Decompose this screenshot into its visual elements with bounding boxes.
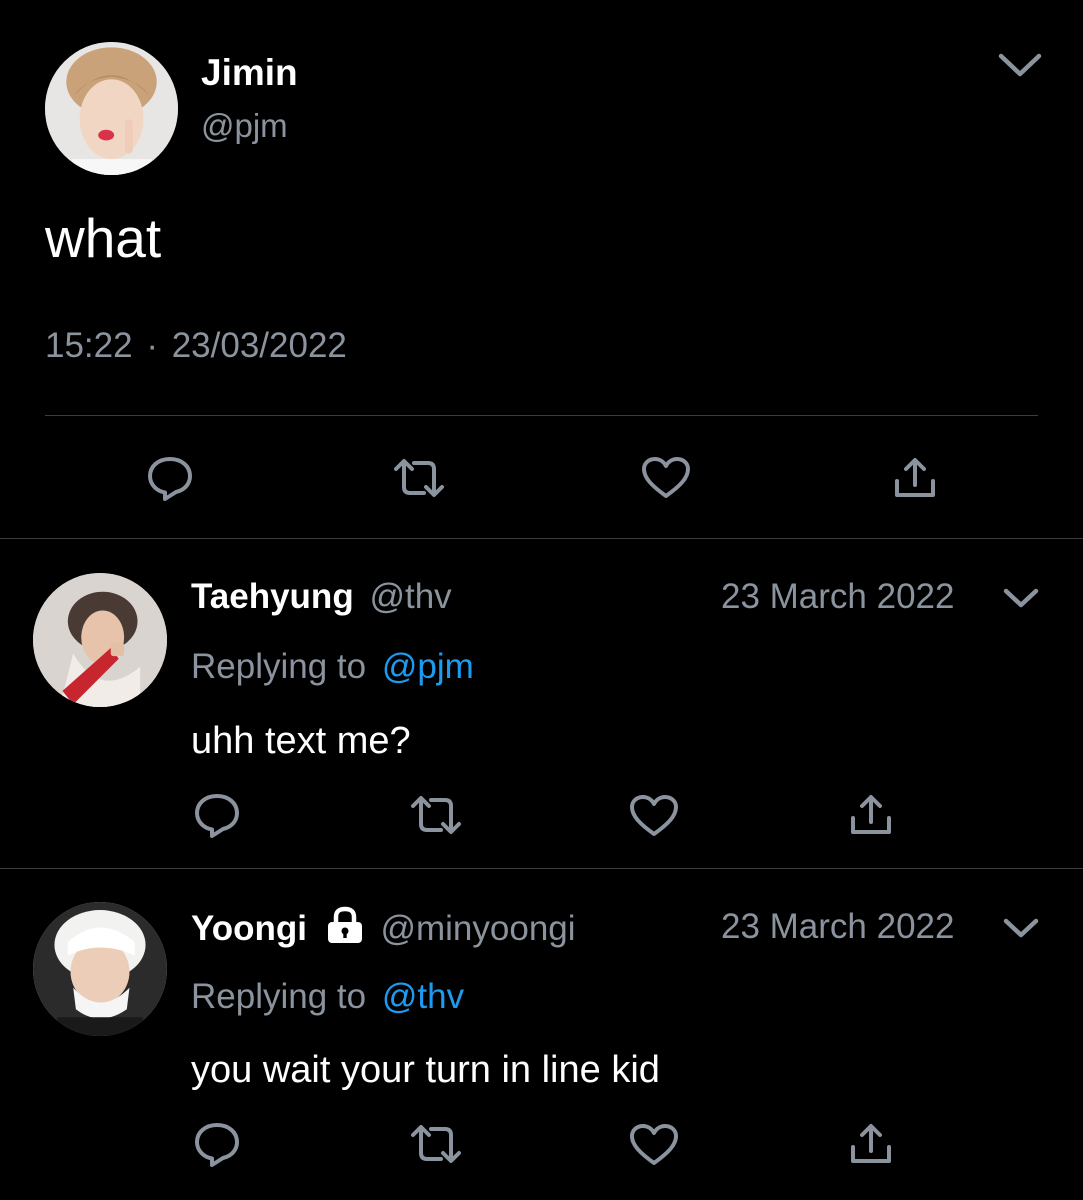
user-handle[interactable]: @pjm (201, 106, 288, 146)
reply-date[interactable]: 23 March 2022 (721, 576, 954, 618)
display-name[interactable]: Yoongi (191, 909, 307, 948)
avatar[interactable] (45, 42, 178, 175)
heart-icon[interactable] (641, 456, 691, 500)
divider (0, 868, 1083, 869)
chevron-down-icon[interactable] (997, 50, 1043, 80)
avatar-photo-taehyung (33, 573, 167, 707)
reply-header: Yoongi @minyoongi (191, 906, 576, 954)
display-name[interactable]: Taehyung (191, 577, 354, 616)
chevron-down-icon[interactable] (1002, 916, 1040, 940)
timestamp-separator: · (146, 326, 158, 365)
reply-icon[interactable] (193, 1121, 241, 1167)
chevron-down-icon[interactable] (1002, 586, 1040, 610)
replying-to-label: Replying to (191, 647, 367, 686)
tweet-timestamp: 15:22 · 23/03/2022 (45, 325, 347, 367)
replying-to-line: Replying to @thv (191, 976, 464, 1018)
share-icon[interactable] (849, 792, 893, 836)
retweet-icon[interactable] (410, 794, 462, 836)
tweet-time: 15:22 (45, 326, 133, 365)
user-handle[interactable]: @minyoongi (380, 909, 575, 948)
divider (45, 415, 1038, 416)
divider (0, 538, 1083, 539)
share-icon[interactable] (849, 1121, 893, 1165)
avatar-photo-yoongi (33, 902, 167, 1036)
display-name[interactable]: Jimin (201, 52, 298, 94)
reply-icon[interactable] (146, 455, 194, 501)
reply-text: you wait your turn in line kid (191, 1049, 660, 1091)
replying-to-mention[interactable]: @pjm (382, 647, 474, 686)
reply-date[interactable]: 23 March 2022 (721, 906, 954, 948)
reply-header: Taehyung @thv (191, 576, 452, 618)
avatar[interactable] (33, 902, 167, 1036)
replying-to-line: Replying to @pjm (191, 646, 474, 688)
lock-icon (325, 906, 365, 954)
replying-to-label: Replying to (191, 977, 367, 1016)
reply-icon[interactable] (193, 792, 241, 838)
reply-text: uhh text me? (191, 720, 411, 762)
tweet-date: 23/03/2022 (171, 326, 347, 365)
avatar[interactable] (33, 573, 167, 707)
retweet-icon[interactable] (410, 1123, 462, 1165)
user-handle[interactable]: @thv (369, 577, 451, 616)
share-icon[interactable] (893, 455, 937, 499)
retweet-icon[interactable] (393, 457, 445, 499)
tweet-text: what (45, 207, 162, 269)
avatar-photo-jimin (45, 42, 178, 175)
heart-icon[interactable] (629, 1123, 679, 1167)
heart-icon[interactable] (629, 794, 679, 838)
replying-to-mention[interactable]: @thv (382, 977, 464, 1016)
